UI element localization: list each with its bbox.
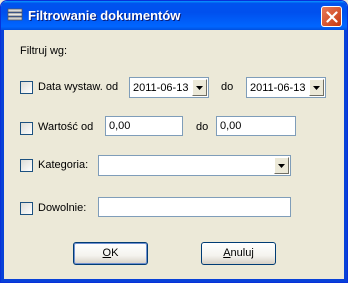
chevron-down-icon [313, 86, 320, 90]
any-filter-input[interactable] [98, 197, 291, 217]
date-from-dropdown-button[interactable] [192, 79, 207, 96]
any-filter-checkbox[interactable] [20, 202, 33, 215]
date-to-label: do [221, 81, 234, 93]
ok-button[interactable]: OK [73, 242, 148, 265]
cancel-button-label: nuluj [230, 247, 254, 259]
date-to-dropdown-button[interactable] [309, 79, 324, 96]
filter-by-label: Filtruj wg: [20, 45, 68, 57]
category-filter-checkbox[interactable] [20, 159, 33, 172]
date-filter-checkbox[interactable] [20, 81, 33, 94]
window-title: Filtrowanie dokumentów [28, 8, 181, 23]
category-select[interactable] [98, 155, 291, 176]
date-to-picker[interactable]: 2011-06-13 [246, 77, 326, 98]
frame-right [344, 30, 347, 282]
window-icon [7, 8, 23, 22]
frame-bottom [1, 279, 347, 282]
any-filter-label: Dowolnie: [38, 202, 87, 214]
cancel-button[interactable]: Anuluj [201, 242, 276, 265]
title-bar[interactable]: Filtrowanie dokumentów [1, 1, 347, 30]
value-filter-label: Wartość od [38, 121, 94, 133]
value-to-input[interactable]: 0,00 [216, 116, 296, 136]
category-filter-label: Kategoria: [38, 159, 89, 171]
date-filter-label: Data wystaw. od [38, 81, 119, 93]
value-filter-checkbox[interactable] [20, 122, 33, 135]
cancel-button-accel: A [223, 247, 231, 259]
chevron-down-icon [278, 164, 285, 168]
close-button[interactable] [321, 6, 342, 27]
date-from-picker[interactable]: 2011-06-13 [129, 77, 209, 98]
chevron-down-icon [196, 86, 203, 90]
ok-button-label: K [111, 247, 119, 259]
frame-left [1, 30, 4, 282]
value-from-input[interactable]: 0,00 [105, 116, 183, 136]
filter-dialog: Filtrowanie dokumentów Filtruj wg: Data … [0, 0, 348, 283]
date-from-value: 2011-06-13 [133, 82, 189, 94]
date-to-value: 2011-06-13 [250, 82, 306, 94]
close-icon [326, 11, 338, 23]
ok-button-accel: O [102, 247, 112, 259]
value-to-label: do [196, 121, 209, 133]
category-dropdown-button[interactable] [274, 157, 289, 174]
